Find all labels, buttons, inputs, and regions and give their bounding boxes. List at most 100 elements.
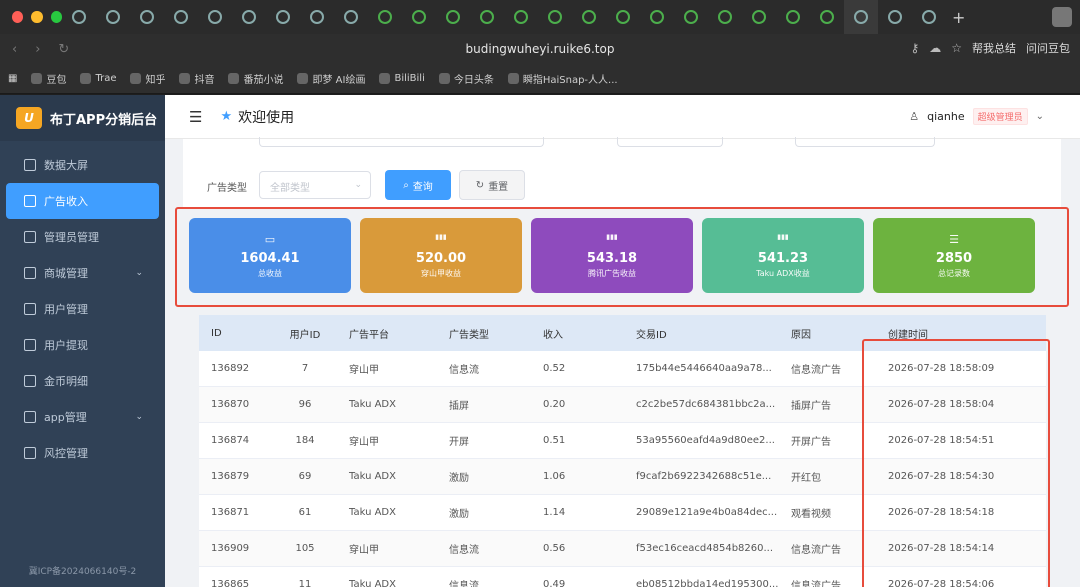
browser-tab[interactable] [776, 0, 810, 34]
sidebar-item-label: 风控管理 [44, 447, 88, 460]
table-cell: 7 [301, 363, 309, 374]
browser-tab[interactable] [402, 0, 436, 34]
bookmark-item[interactable]: 知乎 [130, 71, 165, 86]
close-window-button[interactable] [12, 11, 24, 23]
browser-tab[interactable] [96, 0, 130, 34]
table-cell: 插屏 [449, 401, 469, 412]
browser-tab[interactable] [538, 0, 572, 34]
username: qianhe [927, 110, 965, 123]
table-cell: 184 [295, 435, 315, 446]
chevron-down-icon: ⌄ [135, 268, 143, 278]
chevron-down-icon[interactable]: ⌄ [1036, 111, 1044, 122]
table-cell: 136909 [211, 543, 250, 554]
summarize-button[interactable]: 帮我总结 [972, 40, 1016, 56]
browser-tab[interactable] [742, 0, 776, 34]
sidebar-item[interactable]: 风控管理 [0, 435, 165, 471]
user-menu[interactable]: ♙ qianhe 超级管理员 ⌄ [909, 108, 1044, 125]
browser-tab[interactable] [470, 0, 504, 34]
browser-tab[interactable] [232, 0, 266, 34]
cloud-icon[interactable]: ☁ [929, 41, 941, 55]
zoom-window-button[interactable] [50, 11, 62, 23]
key-icon[interactable]: ⚷ [910, 41, 919, 55]
bookmark-item[interactable]: 番茄小说 [228, 71, 283, 86]
app-title: 布丁APP分销后台 [50, 112, 158, 128]
bookmark-label: 知乎 [145, 75, 166, 86]
sidebar-item[interactable]: app管理 ⌄ [0, 399, 165, 435]
bookmark-label: 即梦 AI绘画 [312, 75, 366, 86]
browser-tab[interactable] [300, 0, 334, 34]
column-header[interactable]: ID [199, 328, 275, 339]
forward-icon[interactable]: › [35, 42, 40, 57]
sidebar-item[interactable]: 金币明细 [0, 363, 165, 399]
browser-tab[interactable] [674, 0, 708, 34]
browser-tab[interactable] [62, 0, 96, 34]
filter-input-stub[interactable] [795, 137, 935, 147]
bookmark-star-icon[interactable]: ☆ [951, 41, 962, 55]
browser-tab[interactable] [572, 0, 606, 34]
new-tab-button[interactable]: + [952, 8, 965, 27]
browser-tab[interactable] [368, 0, 402, 34]
back-icon[interactable]: ‹ [12, 42, 17, 57]
reset-button[interactable]: ↻ 重置 [459, 170, 525, 200]
column-header[interactable]: 广告平台 [335, 326, 443, 341]
withdraw-icon [24, 339, 36, 351]
browser-tab[interactable] [504, 0, 538, 34]
column-header[interactable]: 广告类型 [443, 326, 539, 341]
browser-tab[interactable] [708, 0, 742, 34]
tab-favicon-icon [378, 10, 392, 24]
bookmark-favicon-icon [297, 73, 309, 84]
browser-tab[interactable] [606, 0, 640, 34]
browser-tab[interactable] [878, 0, 912, 34]
reload-icon[interactable]: ↻ [58, 42, 69, 57]
icp-footer[interactable]: 冀ICP备2024066140号-2 [0, 564, 165, 577]
bookmark-item[interactable]: 抖音 [179, 71, 214, 86]
bookmark-label: BiliBili [394, 73, 425, 84]
browser-tab[interactable] [844, 0, 878, 34]
browser-tab[interactable] [436, 0, 470, 34]
bookmark-item[interactable]: Trae [80, 73, 116, 84]
sidebar-item[interactable]: 商城管理 ⌄ [0, 255, 165, 291]
table-cell: 激励 [449, 473, 469, 484]
ad-type-select[interactable]: 全部类型 ⌄ [259, 171, 371, 199]
sidebar-menu: 数据大屏 广告收入 管理员管理 商城管理 ⌄ 用户管理 用户提现 金币明细 app管理 ⌄ 风控管理 [0, 141, 165, 471]
stat-label: 总记录数 [938, 268, 970, 278]
browser-tab[interactable] [266, 0, 300, 34]
query-button[interactable]: ⌕ 查询 [385, 170, 451, 200]
column-header[interactable]: 交易ID [636, 326, 791, 341]
sidebar-item[interactable]: 管理员管理 [0, 219, 165, 255]
sidebar-item[interactable]: 数据大屏 [0, 147, 165, 183]
collapse-menu-icon[interactable]: ☰ [189, 108, 202, 126]
browser-tab[interactable] [912, 0, 946, 34]
table-cell: f53ec16ceacd4854b8260... [636, 543, 774, 554]
bookmark-item[interactable]: 今日头条 [438, 71, 494, 86]
browser-tab[interactable] [810, 0, 844, 34]
browser-tab[interactable] [640, 0, 674, 34]
minimize-window-button[interactable] [31, 11, 43, 23]
column-header[interactable]: 用户ID [275, 326, 335, 341]
apps-grid-icon[interactable]: ▦ [8, 73, 17, 84]
table-cell: 0.49 [543, 579, 566, 587]
bar-chart-icon: ▮▮▮ [777, 232, 789, 241]
sidebar-item[interactable]: 用户提现 [0, 327, 165, 363]
browser-tab[interactable] [334, 0, 368, 34]
reset-button-label: 重置 [488, 181, 509, 193]
bookmark-item[interactable]: 即梦 AI绘画 [297, 71, 365, 86]
bookmark-item[interactable]: 豆包 [31, 71, 66, 86]
column-header[interactable]: 收入 [539, 326, 636, 341]
sidebar-item[interactable]: 广告收入 [6, 183, 159, 219]
sidebar-item[interactable]: 用户管理 [0, 291, 165, 327]
browser-tab[interactable] [130, 0, 164, 34]
ask-doubao-button[interactable]: 问问豆包 [1026, 40, 1070, 56]
bookmark-favicon-icon [31, 73, 43, 84]
profile-avatar[interactable] [1052, 7, 1072, 27]
stat-card: ☰ 2850 总记录数 [873, 218, 1035, 293]
bookmark-favicon-icon [130, 73, 142, 84]
filter-input-stub[interactable] [259, 137, 544, 147]
bookmark-item[interactable]: 瞬指HaiSnap-人人... [507, 71, 618, 86]
bookmark-label: 豆包 [46, 75, 67, 86]
table-cell: 0.52 [543, 363, 566, 374]
filter-input-stub[interactable] [617, 137, 723, 147]
browser-tab[interactable] [164, 0, 198, 34]
bookmark-item[interactable]: BiliBili [379, 73, 425, 84]
browser-tab[interactable] [198, 0, 232, 34]
